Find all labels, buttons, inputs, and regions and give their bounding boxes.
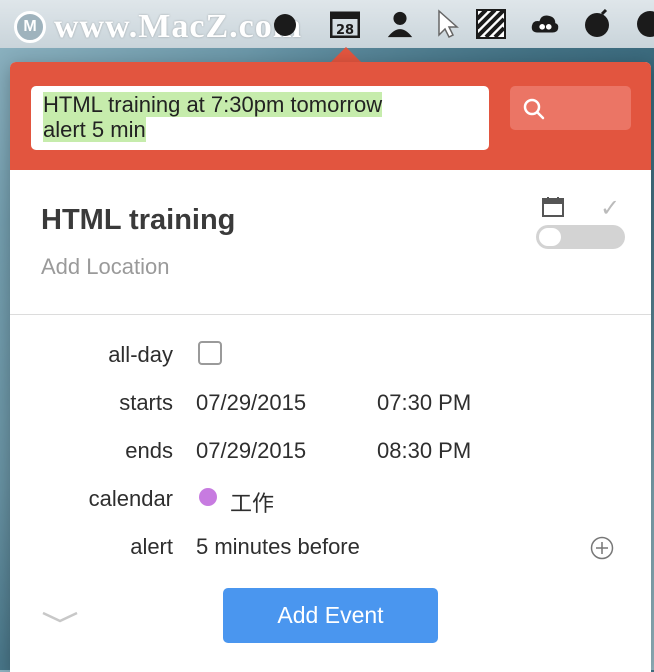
- chevron-down-icon[interactable]: [41, 610, 79, 628]
- add-alert-icon[interactable]: [590, 536, 614, 565]
- check-icon[interactable]: ✓: [600, 194, 620, 223]
- alert-label: alert: [130, 534, 173, 559]
- ends-label: ends: [125, 438, 173, 463]
- input-line-2: alert 5 min: [43, 117, 146, 142]
- quick-entry-bar: HTML training at 7:30pm tomorrow alert 5…: [10, 62, 651, 170]
- calendar-label: calendar: [88, 486, 173, 511]
- toggle-switch[interactable]: [536, 225, 625, 249]
- cloud-link-icon[interactable]: [530, 9, 560, 39]
- alert-value[interactable]: 5 minutes before: [196, 534, 360, 560]
- popover-caret: [330, 47, 362, 63]
- natural-language-input[interactable]: HTML training at 7:30pm tomorrow alert 5…: [31, 86, 489, 150]
- toggle-knob: [539, 228, 561, 246]
- watermark-logo: M: [14, 11, 46, 43]
- starts-label: starts: [119, 390, 173, 415]
- calendar-value[interactable]: 工作: [230, 486, 274, 518]
- calendar-icon[interactable]: 28: [330, 9, 360, 39]
- bomb-icon[interactable]: [582, 9, 612, 39]
- calendar-color-dot: [199, 488, 217, 506]
- watermark-text: www.MacZ.com: [54, 8, 303, 45]
- calendar-icon[interactable]: [541, 196, 565, 223]
- starts-time[interactable]: 07:30 PM: [377, 390, 471, 416]
- allday-label: all-day: [108, 342, 173, 367]
- svg-text:28: 28: [336, 23, 354, 38]
- event-title[interactable]: HTML training: [41, 204, 235, 237]
- bomb-icon[interactable]: [270, 9, 300, 39]
- divider: [10, 314, 651, 315]
- search-icon: [523, 98, 545, 120]
- ends-time[interactable]: 08:30 PM: [377, 438, 471, 464]
- striped-square-icon[interactable]: [476, 9, 506, 39]
- cursor-icon[interactable]: [432, 9, 462, 39]
- add-event-button[interactable]: Add Event: [223, 588, 438, 643]
- input-line-1: HTML training at 7:30pm tomorrow: [43, 92, 383, 117]
- ends-date[interactable]: 07/29/2015: [196, 438, 306, 464]
- starts-date[interactable]: 07/29/2015: [196, 390, 306, 416]
- search-button[interactable]: [510, 86, 631, 130]
- event-popover: HTML training at 7:30pm tomorrow alert 5…: [10, 62, 651, 672]
- circle-icon[interactable]: [632, 9, 654, 39]
- location-field[interactable]: Add Location: [41, 254, 169, 280]
- menu-bar: M www.MacZ.com 28: [0, 0, 654, 48]
- allday-checkbox[interactable]: [198, 341, 222, 365]
- watermark: M www.MacZ.com: [14, 8, 302, 46]
- user-silhouette-icon[interactable]: [385, 9, 415, 39]
